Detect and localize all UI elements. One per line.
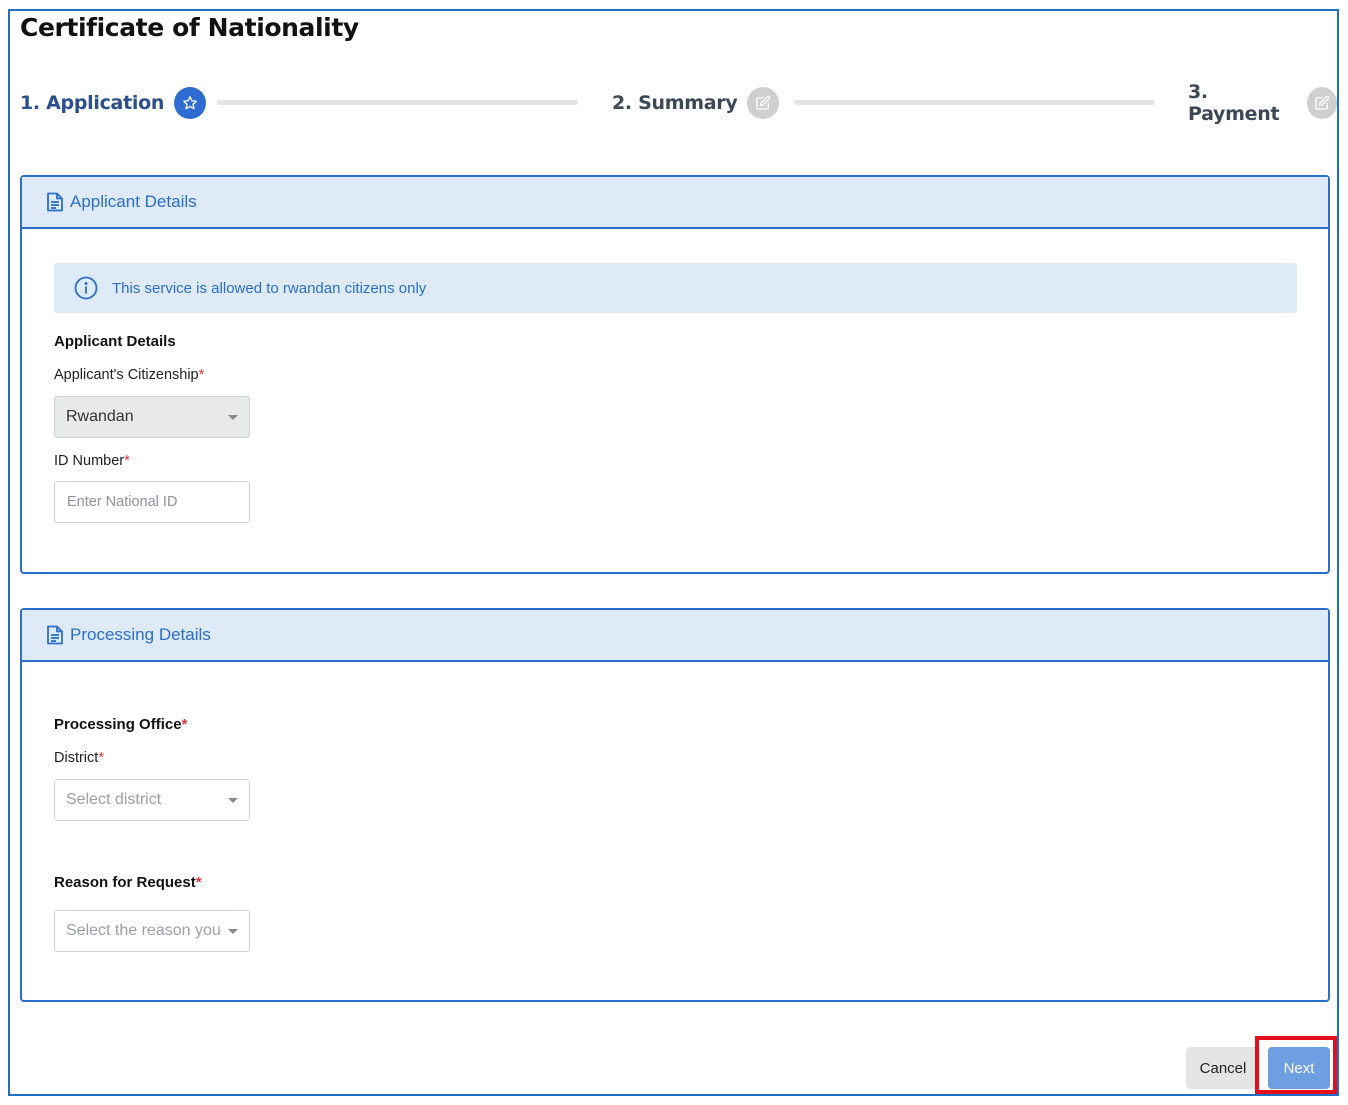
step-connector bbox=[794, 100, 1155, 105]
info-alert: This service is allowed to rwandan citiz… bbox=[54, 263, 1297, 313]
processing-office-heading: Processing Office* bbox=[54, 716, 187, 733]
step-label: 2. Summary bbox=[612, 92, 738, 114]
document-icon bbox=[46, 192, 64, 212]
step-label: 1. Application bbox=[20, 92, 165, 114]
id-number-label: ID Number* bbox=[54, 453, 130, 469]
required-mark: * bbox=[98, 750, 104, 766]
step-summary[interactable]: 2. Summary bbox=[612, 87, 780, 119]
applicant-details-card: Applicant Details This service is allowe… bbox=[20, 175, 1330, 574]
info-icon bbox=[74, 276, 98, 300]
label-text: Applicant's Citizenship bbox=[54, 367, 199, 383]
info-message: This service is allowed to rwandan citiz… bbox=[112, 279, 427, 297]
required-mark: * bbox=[195, 874, 202, 891]
step-connector bbox=[217, 100, 578, 105]
page-title: Certificate of Nationality bbox=[20, 13, 359, 42]
citizenship-select[interactable]: Rwandan bbox=[54, 396, 250, 438]
district-placeholder: Select district bbox=[66, 791, 162, 808]
step-label: 3. Payment bbox=[1188, 81, 1280, 125]
reason-heading: Reason for Request* bbox=[54, 874, 202, 891]
edit-icon bbox=[747, 87, 780, 119]
edit-icon bbox=[1307, 87, 1337, 119]
card-header: Applicant Details bbox=[22, 177, 1328, 229]
card-header: Processing Details bbox=[22, 610, 1328, 662]
national-id-input[interactable] bbox=[54, 481, 250, 523]
required-mark: * bbox=[181, 716, 188, 733]
card-title: Processing Details bbox=[70, 625, 211, 644]
section-heading: Applicant Details bbox=[54, 333, 176, 350]
heading-text: Reason for Request bbox=[54, 874, 196, 891]
citizenship-value: Rwandan bbox=[66, 408, 134, 425]
required-mark: * bbox=[124, 453, 130, 469]
document-icon bbox=[46, 625, 64, 645]
step-payment[interactable]: 3. Payment bbox=[1188, 81, 1337, 125]
district-select[interactable]: Select district bbox=[54, 779, 250, 821]
card-title: Applicant Details bbox=[70, 192, 197, 211]
required-mark: * bbox=[198, 367, 205, 383]
processing-details-card: Processing Details Processing Office* Di… bbox=[20, 608, 1330, 1002]
reason-select[interactable]: Select the reason you bbox=[54, 910, 250, 952]
chevron-down-icon bbox=[228, 798, 238, 803]
label-text: District bbox=[54, 750, 99, 766]
highlight-box bbox=[1255, 1036, 1337, 1094]
label-text: ID Number bbox=[54, 453, 125, 469]
chevron-down-icon bbox=[228, 415, 238, 420]
reason-placeholder: Select the reason you bbox=[66, 922, 221, 939]
application-window: Certificate of Nationality 1. Applicatio… bbox=[8, 9, 1339, 1096]
chevron-down-icon bbox=[228, 929, 238, 934]
citizenship-label: Applicant's Citizenship* bbox=[54, 367, 204, 383]
heading-text: Processing Office bbox=[54, 716, 182, 733]
step-application[interactable]: 1. Application bbox=[20, 87, 207, 119]
district-label: District* bbox=[54, 750, 104, 766]
star-icon bbox=[174, 87, 207, 119]
cancel-button[interactable]: Cancel bbox=[1186, 1047, 1260, 1089]
